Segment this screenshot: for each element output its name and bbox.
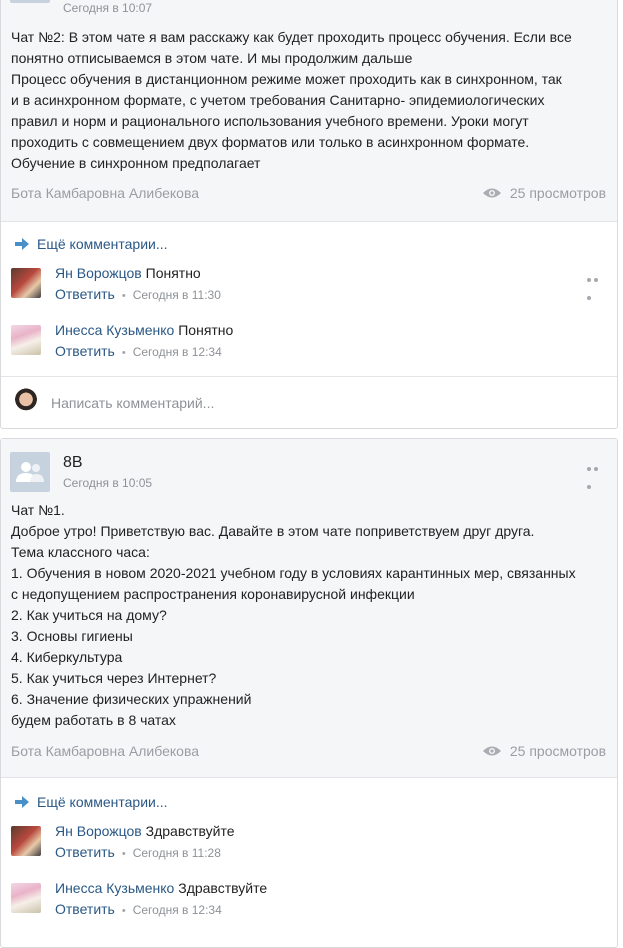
avatar xyxy=(11,388,41,418)
comment-2: Инесса Кузьменко Здравствуйте xyxy=(55,880,267,896)
divider xyxy=(1,376,617,377)
bullet-separator: • xyxy=(121,905,126,917)
post-1-body: Сегодня в 10:07 Чат №2: В этом чате я ва… xyxy=(1,0,617,221)
comment-author[interactable]: Ян Ворожцов xyxy=(55,265,142,281)
post-author[interactable]: Бота Камбаровна Алибекова xyxy=(11,185,199,201)
comment-meta: Ответить • Сегодня в 11:30 xyxy=(55,286,221,302)
comment-time[interactable]: Сегодня в 12:34 xyxy=(133,345,222,359)
avatar[interactable] xyxy=(11,826,41,856)
divider xyxy=(1,221,617,222)
comment-text: Понятно xyxy=(178,322,234,338)
post-time[interactable]: Сегодня в 10:07 xyxy=(63,1,152,15)
comment-author[interactable]: Инесса Кузьменко xyxy=(55,880,174,896)
post-author[interactable]: Бота Камбаровна Алибекова xyxy=(11,743,199,759)
views-label: 25 просмотров xyxy=(509,743,606,759)
comment-input[interactable]: Написать комментарий... xyxy=(51,395,214,411)
comment-time[interactable]: Сегодня в 11:30 xyxy=(133,288,221,302)
comment-author[interactable]: Ян Ворожцов xyxy=(55,823,142,839)
comment-text: Понятно xyxy=(145,265,201,281)
comment-time[interactable]: Сегодня в 11:28 xyxy=(133,846,221,860)
eye-icon xyxy=(482,746,501,756)
views-counter: 25 просмотров xyxy=(482,185,606,201)
comment-author[interactable]: Инесса Кузьменко xyxy=(55,322,174,338)
divider xyxy=(1,777,617,778)
comment-1: Ян Ворожцов Понятно xyxy=(55,265,201,281)
arrow-right-icon xyxy=(15,238,29,250)
reply-button[interactable]: Ответить xyxy=(55,286,115,302)
avatar[interactable] xyxy=(11,883,41,913)
group-avatar-icon[interactable] xyxy=(10,452,50,492)
comment-menu-icon[interactable] xyxy=(587,269,607,300)
views-label: 25 просмотров xyxy=(509,185,606,201)
group-name[interactable]: 8В xyxy=(63,454,83,472)
comment-text: Здравствуйте xyxy=(178,880,268,896)
comment-meta: Ответить • Сегодня в 12:34 xyxy=(55,343,222,359)
more-comments-link[interactable]: Ещё комментарии... xyxy=(15,794,168,810)
bullet-separator: • xyxy=(121,290,126,302)
comment-time[interactable]: Сегодня в 12:34 xyxy=(133,903,222,917)
bullet-separator: • xyxy=(121,848,126,860)
group-icon xyxy=(16,462,44,482)
comment-text: Здравствуйте xyxy=(145,823,235,839)
post-time[interactable]: Сегодня в 10:05 xyxy=(63,476,152,490)
post-2-body: 8В Сегодня в 10:05 Чат №1. Доброе утро! … xyxy=(1,439,617,777)
more-comments-link[interactable]: Ещё комментарии... xyxy=(15,236,168,252)
post-text: Чат №1. Доброе утро! Приветствую вас. Да… xyxy=(11,502,576,728)
bullet-separator: • xyxy=(121,347,126,359)
views-counter: 25 просмотров xyxy=(482,743,606,759)
post-2: 8В Сегодня в 10:05 Чат №1. Доброе утро! … xyxy=(0,438,618,948)
comment-meta: Ответить • Сегодня в 11:28 xyxy=(55,844,221,860)
avatar[interactable] xyxy=(11,325,41,355)
avatar[interactable] xyxy=(11,268,41,298)
eye-icon xyxy=(482,188,501,198)
comment-1: Ян Ворожцов Здравствуйте xyxy=(55,823,235,839)
reply-button[interactable]: Ответить xyxy=(55,901,115,917)
arrow-right-icon xyxy=(15,796,29,808)
comment-meta: Ответить • Сегодня в 12:34 xyxy=(55,901,222,917)
reply-button[interactable]: Ответить xyxy=(55,844,115,860)
post-1: Сегодня в 10:07 Чат №2: В этом чате я ва… xyxy=(0,0,618,429)
post-text: Чат №2: В этом чате я вам расскажу как б… xyxy=(11,29,572,171)
post-menu-icon[interactable] xyxy=(587,458,607,489)
reply-button[interactable]: Ответить xyxy=(55,343,115,359)
group-avatar-icon[interactable] xyxy=(10,0,50,3)
comment-2: Инесса Кузьменко Понятно xyxy=(55,322,233,338)
